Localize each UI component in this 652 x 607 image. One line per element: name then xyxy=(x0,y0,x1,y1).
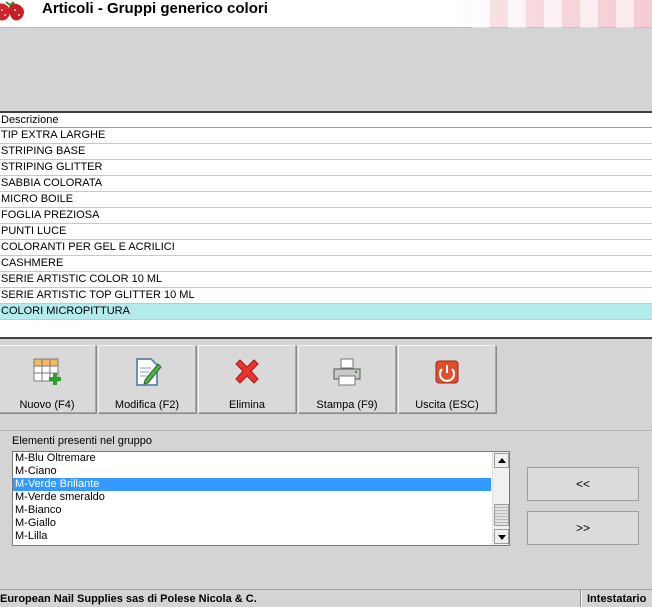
print-button[interactable]: Stampa (F9) xyxy=(298,345,396,413)
status-bar: European Nail Supplies sas di Polese Nic… xyxy=(0,589,652,607)
listbox-scrollbar[interactable] xyxy=(492,452,509,545)
edit-button[interactable]: Modifica (F2) xyxy=(98,345,196,413)
grid-header-descrizione[interactable]: Descrizione xyxy=(0,113,652,128)
groups-grid[interactable]: Descrizione TIP EXTRA LARGHE STRIPING BAS… xyxy=(0,111,652,339)
print-button-label: Stampa (F9) xyxy=(316,399,378,411)
scroll-thumb[interactable] xyxy=(494,504,509,526)
toolbar: Nuovo (F4) Modifica (F2) Elimina Stampa … xyxy=(0,345,652,413)
grid-add-icon xyxy=(33,358,61,385)
grid-row[interactable]: MICRO BOILE xyxy=(0,192,652,208)
scroll-up-button[interactable] xyxy=(494,453,509,468)
arrow-up-icon xyxy=(498,458,506,463)
arrow-down-icon xyxy=(498,535,506,540)
grid-row[interactable]: COLORANTI PER GEL E ACRILICI xyxy=(0,240,652,256)
edit-button-label: Modifica (F2) xyxy=(114,399,180,411)
list-item[interactable]: M-Verde Brillante xyxy=(13,478,491,491)
list-item[interactable]: M-Giallo xyxy=(13,517,491,530)
strawberry-icon xyxy=(0,1,24,21)
grid-row[interactable]: COLORI MICROPITTURA xyxy=(0,304,652,320)
list-item[interactable]: M-Bianco xyxy=(13,504,491,517)
grid-row[interactable]: STRIPING BASE xyxy=(0,144,652,160)
grid-row[interactable]: SERIE ARTISTIC TOP GLITTER 10 ML xyxy=(0,288,652,304)
list-item[interactable]: M-Verde smeraldo xyxy=(13,491,491,504)
window-title: Articoli - Gruppi generico colori xyxy=(42,0,268,17)
new-button[interactable]: Nuovo (F4) xyxy=(0,345,96,413)
list-item[interactable]: M-Lilla xyxy=(13,530,491,543)
grid-row[interactable]: FOGLIA PREZIOSA xyxy=(0,208,652,224)
grid-row[interactable]: TIP EXTRA LARGHE xyxy=(0,128,652,144)
list-item[interactable]: M-Ciano xyxy=(13,465,491,478)
add-to-group-button[interactable]: << xyxy=(527,467,639,501)
status-company: European Nail Supplies sas di Polese Nic… xyxy=(0,593,257,605)
power-icon xyxy=(435,360,459,384)
scroll-down-button[interactable] xyxy=(494,529,509,544)
list-items: M-Blu Oltremare M-Ciano M-Verde Brillante M… xyxy=(13,452,509,543)
red-x-icon xyxy=(235,359,259,384)
grid-rows: TIP EXTRA LARGHE STRIPING BASE STRIPING GL… xyxy=(0,128,652,320)
printer-icon xyxy=(333,358,361,386)
grid-row[interactable]: STRIPING GLITTER xyxy=(0,160,652,176)
new-button-label: Nuovo (F4) xyxy=(19,399,75,411)
title-decoration xyxy=(472,0,652,28)
grid-row[interactable]: SABBIA COLORATA xyxy=(0,176,652,192)
status-owner-label: Intestatario xyxy=(587,593,647,605)
status-divider xyxy=(580,590,582,607)
grid-row[interactable]: SERIE ARTISTIC COLOR 10 ML xyxy=(0,272,652,288)
exit-button-label: Uscita (ESC) xyxy=(415,399,479,411)
separator xyxy=(0,430,652,431)
group-elements-label: Elementi presenti nel gruppo xyxy=(12,435,153,447)
delete-button[interactable]: Elimina xyxy=(198,345,296,413)
list-item[interactable]: M-Blu Oltremare xyxy=(13,452,491,465)
grid-row[interactable]: CASHMERE xyxy=(0,256,652,272)
title-bar: Articoli - Gruppi generico colori xyxy=(0,0,652,28)
document-pencil-icon xyxy=(136,358,162,386)
group-elements-listbox[interactable]: M-Blu Oltremare M-Ciano M-Verde Brillante M… xyxy=(12,451,510,546)
grid-row[interactable]: PUNTI LUCE xyxy=(0,224,652,240)
delete-button-label: Elimina xyxy=(228,399,266,411)
exit-button[interactable]: Uscita (ESC) xyxy=(398,345,496,413)
remove-from-group-button[interactable]: >> xyxy=(527,511,639,545)
